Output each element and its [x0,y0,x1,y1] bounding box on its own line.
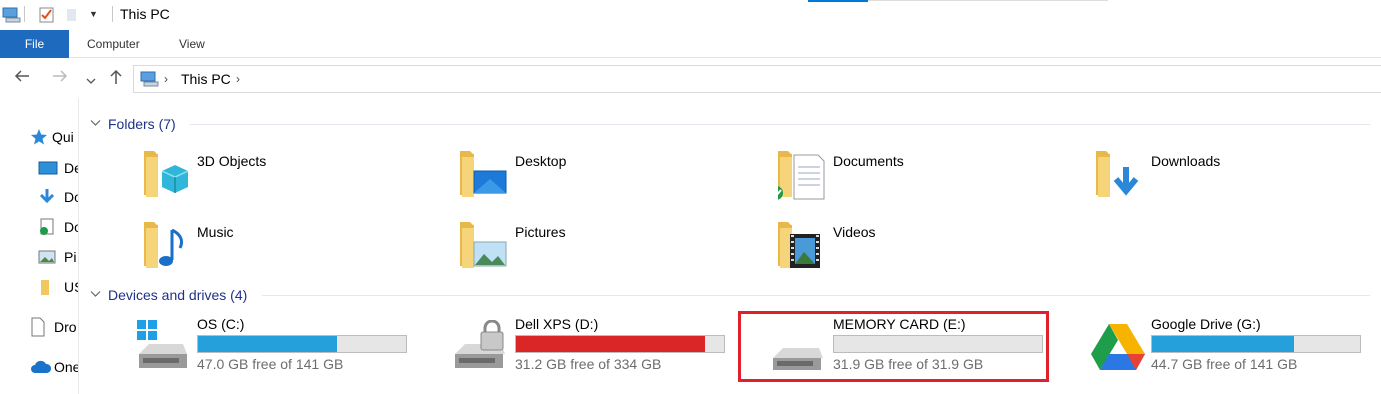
locked-drive-icon [455,319,515,376]
group-header-folders[interactable]: Folders (7) [90,114,1370,134]
drive-name: Dell XPS (D:) [515,316,599,332]
sidebar-item-desktop[interactable]: De [38,157,78,179]
group-header-divider [262,295,1370,296]
breadcrumb-chevron-icon[interactable]: › [164,72,168,86]
page-icon [30,317,54,337]
folder-tile-videos[interactable]: Videos [778,220,1078,286]
breadcrumb-chevron-icon[interactable]: › [236,72,240,86]
drive-free-space: 44.7 GB free of 141 GB [1151,356,1298,372]
drive-usage-fill [516,336,705,352]
folder-tile-documents[interactable]: Documents [769,149,1078,215]
folder-tile-music[interactable]: Music [142,220,442,286]
drive-usage-fill [1152,336,1295,352]
group-header-divider [190,124,1370,125]
group-header-label: Devices and drives (4) [108,287,248,303]
group-header-label: Folders (7) [108,116,176,132]
drive-tile-google-drive-g[interactable]: Google Drive (G:) 44.7 GB free of 141 GB [1091,316,1381,380]
sidebar-item-downloads[interactable]: Do [38,186,78,208]
back-arrow-icon[interactable] [13,68,31,90]
title-accent-line [808,0,868,2]
desktop-icon [38,160,64,176]
folder-tile-pictures[interactable]: Pictures [460,220,760,286]
sidebar-item-label: Do [64,189,78,205]
folder-name: Videos [833,224,876,240]
sidebar-item-label: Pi [64,249,77,265]
folder-name: Documents [833,153,904,169]
tab-file[interactable]: File [0,30,69,58]
sidebar-item-quick-access[interactable]: Qui [30,126,74,148]
chevron-down-icon [90,289,108,301]
desktop-folder-icon [460,149,512,201]
folder-name: 3D Objects [197,153,267,169]
sidebar-item-us[interactable]: US [38,276,78,298]
tab-view[interactable]: View [179,30,205,58]
folder-name: Desktop [515,153,567,169]
drive-tile-os-c[interactable]: OS (C:) 47.0 GB free of 141 GB [137,316,437,380]
download-icon [38,188,64,206]
up-arrow-icon[interactable] [109,68,123,92]
highlight-box [738,311,1049,382]
drive-name: Google Drive (G:) [1151,316,1261,332]
pictures-folder-icon [460,220,512,272]
folder-tile-downloads[interactable]: Downloads [1096,149,1381,215]
sidebar-item-onedrive[interactable]: One [30,356,79,378]
tab-computer[interactable]: Computer [87,30,140,58]
document-icon [38,218,64,236]
folder-tile-3d-objects[interactable]: 3D Objects [142,149,442,215]
videos-folder-icon [778,220,830,272]
sidebar-item-documents[interactable]: Do [38,216,78,238]
folder-name: Pictures [515,224,566,240]
drive-usage-bar [515,335,725,353]
customize-toolbar-icon[interactable]: ▼ [89,9,98,19]
navigation-pane: Qui De Do Do Pi US Dro One [0,98,79,394]
ribbon: File Computer View [0,30,1381,58]
drive-tile-dell-xps-d[interactable]: Dell XPS (D:) 31.2 GB free of 334 GB [455,316,755,380]
computer-icon [2,6,22,27]
chevron-down-icon [90,118,108,130]
3d-objects-icon [142,149,194,201]
title-bar: ▼ This PC [0,0,1381,30]
recent-locations-chevron-icon[interactable] [86,71,96,91]
documents-folder-icon [769,149,830,201]
drive-free-space: 47.0 GB free of 141 GB [197,356,344,372]
address-bar[interactable]: › This PC › [133,65,1381,93]
group-header-devices-and-drives[interactable]: Devices and drives (4) [90,285,1370,305]
sidebar-item-label: De [64,160,78,176]
drive-usage-bar [197,335,407,353]
this-pc-icon [140,70,160,91]
title-divider-line [868,0,1108,1]
title-separator [112,6,113,22]
sidebar-item-pictures[interactable]: Pi [38,246,76,268]
sidebar-item-label: US [64,279,78,295]
breadcrumb-this-pc[interactable]: This PC [181,71,231,87]
sidebar-item-label: Qui [52,129,74,145]
properties-icon[interactable] [38,6,56,27]
folder-icon [38,278,64,296]
new-folder-icon[interactable] [66,6,78,27]
drive-free-space: 31.2 GB free of 334 GB [515,356,662,372]
forward-arrow-icon[interactable] [51,68,69,90]
sidebar-item-label: Dro [54,319,77,335]
folder-name: Downloads [1151,153,1221,169]
window-title: This PC [120,6,170,22]
drive-usage-fill [198,336,337,352]
folder-name: Music [197,224,234,240]
drive-name: OS (C:) [197,316,245,332]
sidebar-item-dropbox[interactable]: Dro [30,316,77,338]
sidebar-item-label: One [54,359,79,375]
google-drive-icon [1091,320,1151,376]
cloud-icon [30,360,54,374]
music-folder-icon [142,220,194,272]
star-icon [30,128,52,146]
pictures-icon [38,249,64,265]
windows-drive-icon [137,320,197,376]
drive-usage-bar [1151,335,1361,353]
sidebar-item-label: Do [64,219,78,235]
downloads-folder-icon [1096,149,1148,201]
folder-tile-desktop[interactable]: Desktop [460,149,760,215]
